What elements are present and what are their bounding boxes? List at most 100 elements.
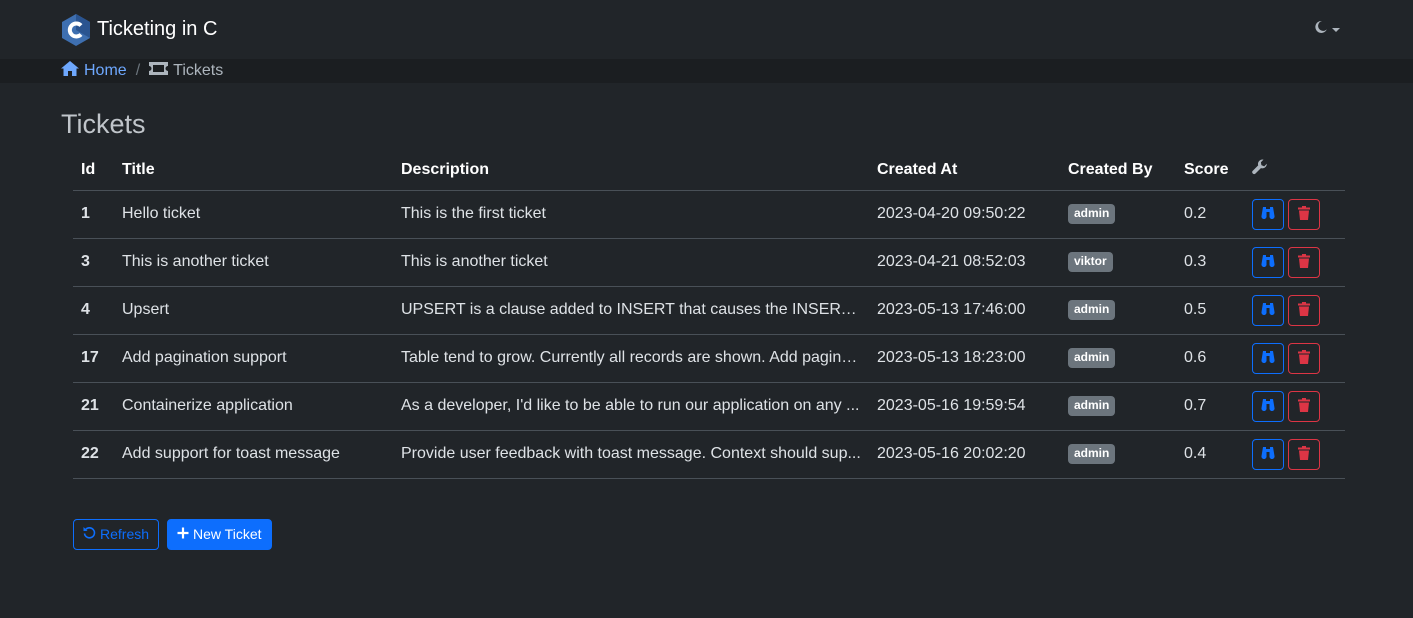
cell-created-at: 2023-05-16 19:59:54 [869, 382, 1060, 431]
cell-description: Provide user feedback with toast message… [393, 430, 869, 479]
new-ticket-button[interactable]: New Ticket [167, 518, 272, 550]
table-row[interactable]: 1 Hello ticket This is the first ticket 202… [73, 190, 1345, 239]
refresh-label: Refresh [100, 526, 150, 542]
binoculars-icon [1261, 446, 1275, 463]
user-badge: admin [1068, 204, 1116, 224]
cell-title: This is another ticket [114, 238, 393, 287]
header-created-at[interactable]: Created At [869, 150, 1060, 191]
cell-id: 21 [73, 382, 114, 431]
trash-icon [1298, 205, 1310, 223]
cell-actions [1244, 382, 1345, 431]
trash-icon [1298, 349, 1310, 367]
trash-icon [1298, 445, 1310, 463]
cell-actions [1244, 190, 1345, 239]
cell-actions [1244, 238, 1345, 287]
moon-icon [1314, 20, 1328, 39]
breadcrumb-current: Tickets [149, 62, 223, 80]
cell-title: Upsert [114, 286, 393, 335]
cell-id: 4 [73, 286, 114, 335]
cell-created-by: admin [1060, 334, 1176, 383]
user-badge: admin [1068, 300, 1116, 320]
cell-created-by: admin [1060, 430, 1176, 479]
header-description[interactable]: Description [393, 150, 869, 191]
header-created-by[interactable]: Created By [1060, 150, 1176, 191]
table-row[interactable]: 17 Add pagination support Table tend to gr… [73, 334, 1345, 383]
view-button[interactable] [1252, 294, 1284, 326]
delete-button[interactable] [1288, 246, 1320, 278]
table-row[interactable]: 4 Upsert UPSERT is a clause added to INSER… [73, 286, 1345, 335]
view-button[interactable] [1252, 246, 1284, 278]
trash-icon [1298, 301, 1310, 319]
header-score[interactable]: Score [1176, 150, 1244, 191]
binoculars-icon [1261, 350, 1275, 367]
cell-actions [1244, 334, 1345, 383]
cell-id: 22 [73, 430, 114, 479]
chevron-down-icon [1332, 27, 1340, 32]
theme-toggle[interactable] [1314, 20, 1340, 39]
tickets-table: Id Title Description Created At Created … [73, 150, 1345, 479]
user-badge: admin [1068, 444, 1116, 464]
main-content: Tickets Id Title Description Created At … [0, 109, 1413, 550]
cell-created-at: 2023-05-16 20:02:20 [869, 430, 1060, 479]
breadcrumb-home[interactable]: Home [61, 61, 127, 81]
ticket-icon [149, 62, 169, 80]
refresh-button[interactable]: Refresh [73, 518, 160, 550]
view-button[interactable] [1252, 390, 1284, 422]
cell-title: Hello ticket [114, 190, 393, 239]
header-id[interactable]: Id [73, 150, 114, 191]
trash-icon [1298, 397, 1310, 415]
cell-id: 1 [73, 190, 114, 239]
delete-button[interactable] [1288, 294, 1320, 326]
delete-button[interactable] [1288, 342, 1320, 374]
view-button[interactable] [1252, 438, 1284, 470]
table-header-row: Id Title Description Created At Created … [73, 150, 1345, 191]
breadcrumb-separator: / [135, 62, 141, 79]
delete-button[interactable] [1288, 198, 1320, 230]
table-row[interactable]: 3 This is another ticket This is another t… [73, 238, 1345, 287]
trash-icon [1298, 253, 1310, 271]
cell-id: 17 [73, 334, 114, 383]
action-bar: Refresh New Ticket [73, 518, 1352, 550]
cell-score: 0.7 [1176, 382, 1244, 431]
cell-actions [1244, 430, 1345, 479]
delete-button[interactable] [1288, 390, 1320, 422]
cell-title: Containerize application [114, 382, 393, 431]
page-title: Tickets [61, 109, 146, 139]
user-badge: admin [1068, 348, 1116, 368]
cell-description: As a developer, I'd like to be able to r… [393, 382, 869, 431]
cell-description: Table tend to grow. Currently all record… [393, 334, 869, 383]
binoculars-icon [1261, 398, 1275, 415]
brand[interactable]: Ticketing in C [61, 13, 218, 46]
new-ticket-label: New Ticket [193, 526, 262, 542]
navbar: Ticketing in C [0, 0, 1413, 59]
home-icon [61, 61, 79, 81]
cell-score: 0.4 [1176, 430, 1244, 479]
plus-icon [177, 526, 189, 542]
cell-score: 0.6 [1176, 334, 1244, 383]
cell-created-at: 2023-05-13 18:23:00 [869, 334, 1060, 383]
cell-created-by: viktor [1060, 238, 1176, 287]
cell-score: 0.5 [1176, 286, 1244, 335]
user-badge: viktor [1068, 252, 1113, 272]
cell-description: This is another ticket [393, 238, 869, 287]
brand-title: Ticketing in C [97, 18, 218, 40]
breadcrumb-home-label: Home [84, 62, 127, 79]
cell-created-by: admin [1060, 382, 1176, 431]
breadcrumb: Home / Tickets [0, 59, 1413, 83]
binoculars-icon [1261, 206, 1275, 223]
delete-button[interactable] [1288, 438, 1320, 470]
cell-description: UPSERT is a clause added to INSERT that … [393, 286, 869, 335]
view-button[interactable] [1252, 342, 1284, 374]
binoculars-icon [1261, 254, 1275, 271]
breadcrumb-current-label: Tickets [173, 62, 224, 79]
c-logo-icon [61, 13, 91, 46]
header-title[interactable]: Title [114, 150, 393, 191]
table-row[interactable]: 22 Add support for toast message Provide u… [73, 430, 1345, 479]
cell-created-at: 2023-04-20 09:50:22 [869, 190, 1060, 239]
cell-created-at: 2023-04-21 08:52:03 [869, 238, 1060, 287]
table-row[interactable]: 21 Containerize application As a developer… [73, 382, 1345, 431]
cell-id: 3 [73, 238, 114, 287]
view-button[interactable] [1252, 198, 1284, 230]
cell-created-at: 2023-05-13 17:46:00 [869, 286, 1060, 335]
cell-title: Add pagination support [114, 334, 393, 383]
